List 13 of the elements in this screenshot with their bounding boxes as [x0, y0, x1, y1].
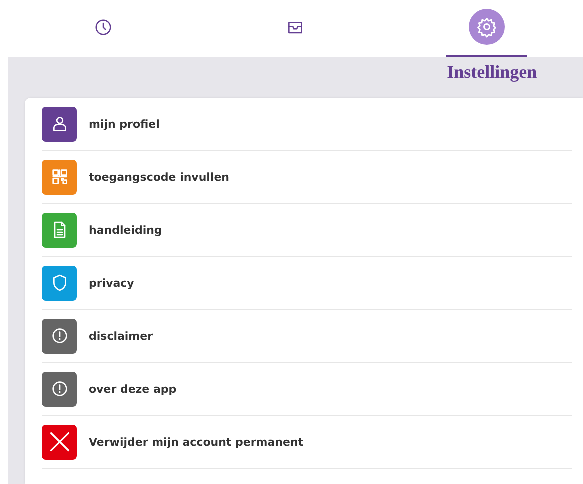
- settings-icon: [476, 16, 498, 38]
- settings-item[interactable]: disclaimer: [42, 310, 572, 363]
- exclamation-icon: [50, 326, 70, 346]
- exclamation-icon: [50, 379, 70, 399]
- settings-item[interactable]: mijn profiel: [42, 98, 572, 151]
- settings-item[interactable]: toegangscode invullen: [42, 151, 572, 204]
- settings-item[interactable]: handleiding: [42, 204, 572, 257]
- clock-icon: [94, 18, 114, 36]
- qr-code-icon: [50, 167, 70, 187]
- settings-item[interactable]: Verwijder mijn account permanent: [42, 416, 572, 469]
- page-title: Instellingen: [446, 62, 538, 83]
- settings-item[interactable]: privacy: [42, 257, 572, 310]
- settings-item[interactable]: over deze app: [42, 363, 572, 416]
